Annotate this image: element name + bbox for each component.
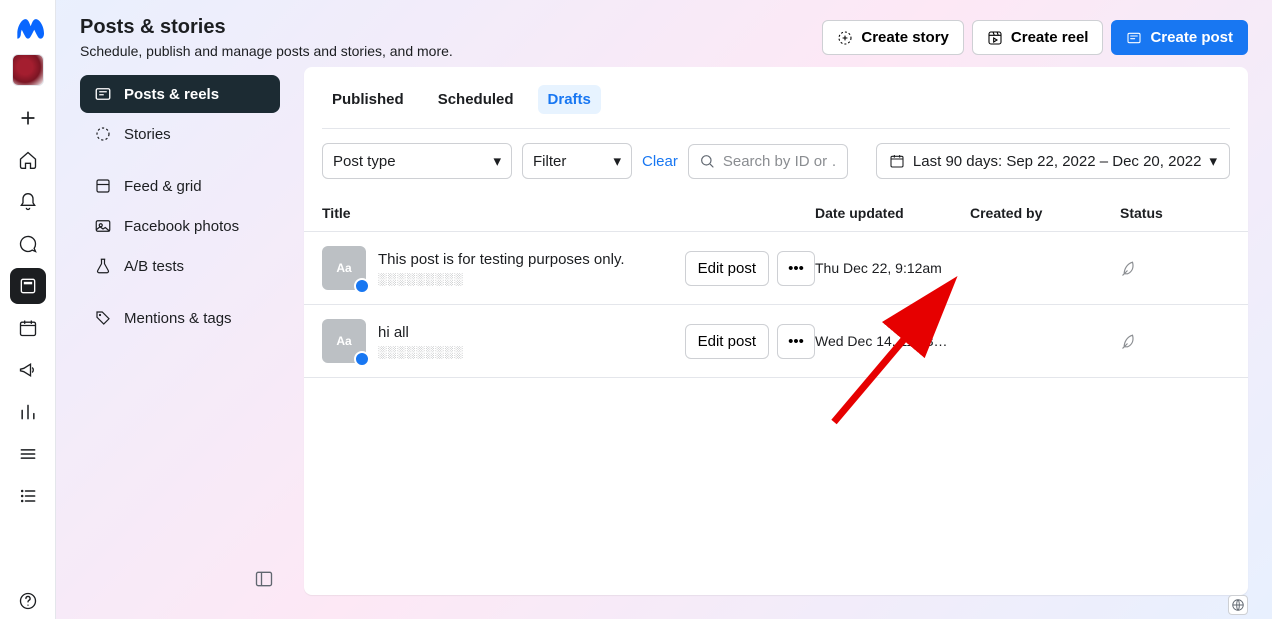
left-rail (0, 0, 56, 619)
col-date: Date updated (815, 205, 970, 221)
date-range-label: Last 90 days: Sep 22, 2022 – Dec 20, 202… (913, 153, 1202, 170)
tab-published[interactable]: Published (322, 85, 414, 114)
content-tabs: Published Scheduled Drafts (304, 67, 1248, 128)
row-more-button[interactable]: ••• (777, 324, 815, 359)
rocket-icon (1120, 258, 1230, 278)
rail-home[interactable] (10, 142, 46, 178)
sidebar-item-stories[interactable]: Stories (80, 115, 280, 153)
ellipsis-icon: ••• (788, 260, 804, 277)
clear-link[interactable]: Clear (642, 153, 678, 170)
row-date: Thu Dec 22, 9:12am (815, 260, 970, 276)
rail-ads[interactable] (10, 352, 46, 388)
globe-icon[interactable] (1228, 595, 1248, 615)
photos-icon (94, 217, 112, 235)
sidebar-item-label: Stories (124, 126, 171, 143)
rail-inbox[interactable] (10, 226, 46, 262)
sidebar-item-label: Posts & reels (124, 86, 219, 103)
sidebar-item-facebook-photos[interactable]: Facebook photos (80, 207, 280, 245)
post-type-select[interactable]: Post type ▾ (322, 143, 512, 179)
col-status: Status (1120, 205, 1230, 221)
meta-logo[interactable] (12, 12, 44, 44)
tab-drafts[interactable]: Drafts (538, 85, 601, 114)
facebook-badge-icon (354, 278, 370, 294)
row-more-button[interactable]: ••• (777, 251, 815, 286)
sidebar-item-label: Facebook photos (124, 218, 239, 235)
page-title: Posts & stories (80, 16, 822, 39)
reel-icon (987, 30, 1003, 46)
rocket-icon (1120, 331, 1230, 351)
edit-post-button[interactable]: Edit post (685, 324, 769, 359)
table-row[interactable]: Aa This post is for testing purposes onl… (304, 232, 1248, 305)
row-status (1120, 331, 1230, 351)
col-title: Title (322, 205, 815, 221)
facebook-badge-icon (354, 351, 370, 367)
search-box[interactable] (688, 144, 848, 179)
search-icon (699, 153, 715, 169)
ellipsis-icon: ••• (788, 333, 804, 350)
rail-menu[interactable] (10, 436, 46, 472)
posts-reels-icon (94, 85, 112, 103)
sidebar-item-feed-grid[interactable]: Feed & grid (80, 167, 280, 205)
table-row[interactable]: Aa hi all ░░░░░░░░░ Edit post ••• Wed D (304, 305, 1248, 378)
edit-post-button[interactable]: Edit post (685, 251, 769, 286)
filter-bar: Post type ▾ Filter ▾ Clear Last 90 da (304, 129, 1248, 193)
caret-down-icon: ▾ (613, 152, 621, 170)
rail-todo[interactable] (10, 478, 46, 514)
table-header: Title Date updated Created by Status (304, 193, 1248, 232)
tag-icon (94, 309, 112, 327)
post-thumbnail: Aa (322, 246, 366, 290)
filter-label: Filter (533, 153, 566, 170)
calendar-icon (889, 153, 905, 169)
row-date: Wed Dec 14, 11:43… (815, 333, 970, 349)
rail-help[interactable] (10, 583, 46, 619)
create-reel-label: Create reel (1011, 29, 1089, 46)
grid-icon (94, 177, 112, 195)
story-plus-icon (837, 30, 853, 46)
create-post-button[interactable]: Create post (1111, 20, 1248, 55)
post-title: This post is for testing purposes only. (378, 251, 665, 268)
col-created: Created by (970, 205, 1120, 221)
post-type-label: Post type (333, 153, 396, 170)
sidebar-item-mentions-tags[interactable]: Mentions & tags (80, 299, 280, 337)
sidebar-item-posts-reels[interactable]: Posts & reels (80, 75, 280, 113)
sidebar: Posts & reels Stories Feed & grid Facebo… (80, 67, 280, 595)
post-author: ░░░░░░░░░ (378, 345, 665, 359)
flask-icon (94, 257, 112, 275)
rail-planner[interactable] (10, 310, 46, 346)
topbar: Posts & stories Schedule, publish and ma… (56, 0, 1272, 67)
tab-scheduled[interactable]: Scheduled (428, 85, 524, 114)
sidebar-item-ab-tests[interactable]: A/B tests (80, 247, 280, 285)
rail-notifications[interactable] (10, 184, 46, 220)
rail-create[interactable] (10, 100, 46, 136)
content-panel: Published Scheduled Drafts Post type ▾ F… (304, 67, 1248, 595)
search-input[interactable] (723, 153, 837, 170)
sidebar-item-label: Mentions & tags (124, 310, 232, 327)
post-icon (1126, 30, 1142, 46)
caret-down-icon: ▾ (1209, 152, 1217, 170)
date-range-select[interactable]: Last 90 days: Sep 22, 2022 – Dec 20, 202… (876, 143, 1230, 179)
caret-down-icon: ▾ (493, 152, 501, 170)
post-thumbnail: Aa (322, 319, 366, 363)
rail-insights[interactable] (10, 394, 46, 430)
page-subtitle: Schedule, publish and manage posts and s… (80, 43, 822, 59)
create-reel-button[interactable]: Create reel (972, 20, 1104, 55)
rail-content[interactable] (10, 268, 46, 304)
post-author: ░░░░░░░░░ (378, 272, 665, 286)
collapse-icon[interactable] (254, 569, 274, 589)
row-status (1120, 258, 1230, 278)
post-title: hi all (378, 324, 665, 341)
create-story-button[interactable]: Create story (822, 20, 964, 55)
stories-icon (94, 125, 112, 143)
sidebar-item-label: Feed & grid (124, 178, 202, 195)
create-post-label: Create post (1150, 29, 1233, 46)
create-story-label: Create story (861, 29, 949, 46)
sidebar-item-label: A/B tests (124, 258, 184, 275)
page-avatar[interactable] (12, 54, 44, 86)
filter-select[interactable]: Filter ▾ (522, 143, 632, 179)
